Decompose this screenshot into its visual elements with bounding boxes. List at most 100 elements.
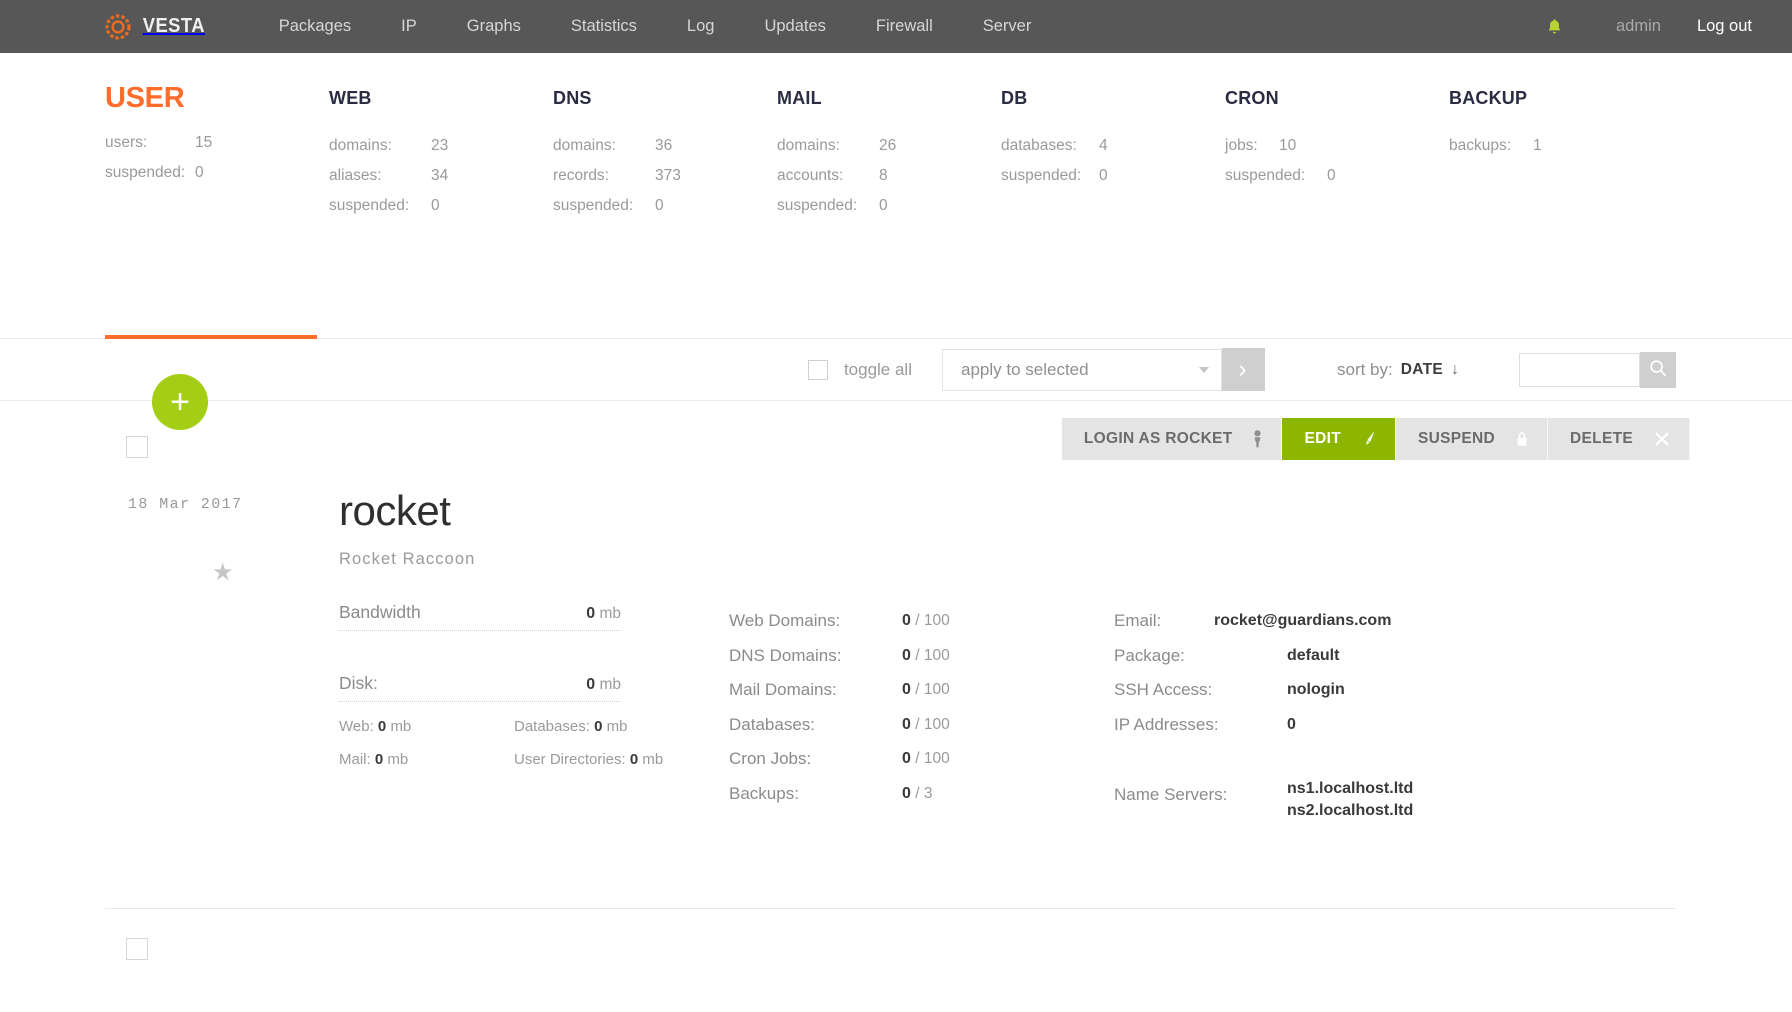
limit-key: Backups:	[729, 783, 799, 803]
user-fullname: Rocket Raccoon	[339, 550, 476, 568]
stat-key: suspended:	[1225, 167, 1306, 184]
vesta-logo[interactable]: VESTA	[105, 13, 208, 40]
add-user-button[interactable]: +	[152, 374, 208, 430]
stat-column-cron: CRON jobs: 10 suspended: 0	[1225, 87, 1449, 342]
stat-value: 0	[1327, 167, 1336, 184]
sort-by-label: sort by:	[1337, 359, 1393, 379]
nav-item-server[interactable]: Server	[958, 0, 1057, 53]
stat-column-user: USER users: 15 suspended: 0	[105, 82, 329, 342]
nav-item-firewall[interactable]: Firewall	[851, 0, 958, 53]
delete-label: DELETE	[1570, 430, 1633, 447]
chevron-right-icon: ›	[1238, 355, 1247, 383]
login-as-user-button[interactable]: LOGIN AS ROCKET	[1061, 418, 1283, 460]
star-icon[interactable]: ★	[212, 561, 234, 585]
limit-value: 0 / 100	[902, 681, 950, 698]
user-row-checkbox[interactable]	[126, 436, 148, 458]
sort-by-control[interactable]: sort by: DATE ↓	[1337, 360, 1459, 380]
edit-button[interactable]: EDIT	[1282, 418, 1396, 460]
user-name[interactable]: rocket	[339, 488, 1792, 534]
info-key: Package:	[1114, 645, 1185, 665]
nameservers-list: ns1.localhost.ltd ns2.localhost.ltd	[1287, 778, 1413, 822]
disk-value: 0 mb	[586, 676, 621, 693]
stat-title-cron: CRON	[1225, 88, 1279, 108]
nav-item-statistics[interactable]: Statistics	[546, 0, 662, 53]
apply-to-selected-label: apply to selected	[961, 359, 1089, 379]
close-x-icon	[1653, 430, 1671, 448]
bandwidth-value: 0 mb	[586, 605, 621, 622]
nameservers-label: Name Servers:	[1114, 785, 1228, 804]
stat-key: suspended:	[777, 197, 858, 214]
plus-icon: +	[170, 383, 190, 421]
logout-link[interactable]: Log out	[1679, 17, 1760, 36]
stat-value: 0	[431, 197, 440, 214]
info-key: Email:	[1114, 611, 1162, 630]
stat-key: suspended:	[553, 197, 634, 214]
nav-item-updates[interactable]: Updates	[739, 0, 850, 53]
nav-item-graphs[interactable]: Graphs	[442, 0, 546, 53]
stat-row: domains: 23	[329, 131, 553, 161]
toggle-all-control[interactable]: toggle all	[807, 359, 912, 380]
nav-item-log[interactable]: Log	[662, 0, 740, 53]
stat-row: domains: 26	[777, 131, 1001, 161]
apply-go-button[interactable]: ›	[1222, 348, 1265, 391]
stat-value: 1	[1533, 137, 1542, 154]
nameservers-row: Name Servers: ns1.localhost.ltd ns2.loca…	[1114, 778, 1534, 822]
search-input[interactable]	[1519, 352, 1640, 387]
stat-row: users: 15	[105, 128, 329, 158]
limit-key: DNS Domains:	[729, 645, 842, 665]
nav-links: Packages IP Graphs Statistics Log Update…	[254, 0, 1057, 53]
search-button[interactable]	[1640, 351, 1676, 388]
sort-direction-icon[interactable]: ↓	[1451, 361, 1459, 379]
stat-key: domains:	[777, 137, 840, 154]
nameserver-item: ns2.localhost.ltd	[1287, 802, 1414, 819]
stat-title-mail: MAIL	[777, 88, 822, 108]
suspend-button[interactable]: SUSPEND	[1396, 418, 1549, 460]
disk-sub-row: Mail: 0 mb User Directories: 0 mb	[339, 751, 669, 768]
stat-title-user: USER	[105, 82, 185, 114]
stat-row: databases: 4	[1001, 131, 1225, 161]
disk-line: Disk: 0 mb	[339, 673, 621, 702]
stat-key: accounts:	[777, 167, 844, 184]
notification-bell-icon[interactable]	[1547, 18, 1562, 35]
info-value: nologin	[1287, 681, 1345, 698]
stat-row: suspended: 0	[105, 158, 329, 188]
stat-title-dns: DNS	[553, 88, 592, 108]
limit-value: 0 / 100	[902, 715, 950, 733]
usage-column: Bandwidth 0 mb Disk: 0 mb Web: 0 mb Data…	[339, 602, 729, 822]
stat-column-db: DB databases: 4 suspended: 0	[1001, 87, 1225, 342]
apply-to-selected-select[interactable]: apply to selected	[942, 348, 1222, 391]
stat-row: backups: 1	[1449, 131, 1673, 161]
nameserver-item: ns1.localhost.ltd	[1287, 780, 1414, 797]
stat-value: 26	[879, 137, 897, 154]
limit-row: Databases: 0 / 100	[729, 708, 1114, 743]
stat-row: records: 373	[553, 161, 777, 191]
next-row-checkbox[interactable]	[126, 938, 148, 960]
stat-row: suspended: 0	[777, 191, 1001, 221]
nav-item-ip[interactable]: IP	[376, 0, 442, 53]
stat-value: 10	[1279, 137, 1297, 154]
nav-item-packages[interactable]: Packages	[254, 0, 376, 53]
limit-row: Mail Domains: 0 / 100	[729, 673, 1114, 708]
search-icon	[1649, 359, 1667, 380]
limit-row: Backups: 0 / 3	[729, 777, 1114, 812]
toggle-all-checkbox[interactable]	[807, 359, 828, 380]
stat-key: suspended:	[1001, 167, 1082, 184]
info-value: default	[1287, 646, 1340, 664]
stat-key: backups:	[1449, 137, 1512, 154]
limit-key: Web Domains:	[729, 611, 841, 630]
limit-value: 0 / 100	[902, 750, 950, 767]
stat-value: 373	[655, 167, 681, 184]
delete-button[interactable]: DELETE	[1548, 418, 1690, 460]
stat-value: 36	[655, 137, 673, 154]
stat-key: records:	[553, 167, 609, 184]
stat-value: 0	[195, 164, 204, 181]
stat-column-dns: DNS domains: 36 records: 373 suspended: …	[553, 87, 777, 342]
disk-mail: Mail: 0 mb	[339, 751, 409, 768]
info-value: 0	[1287, 715, 1296, 733]
stat-key: suspended:	[105, 164, 186, 181]
stat-title-web: WEB	[329, 88, 372, 108]
nav-current-user[interactable]: admin	[1598, 17, 1679, 36]
stat-value: 34	[431, 167, 449, 184]
